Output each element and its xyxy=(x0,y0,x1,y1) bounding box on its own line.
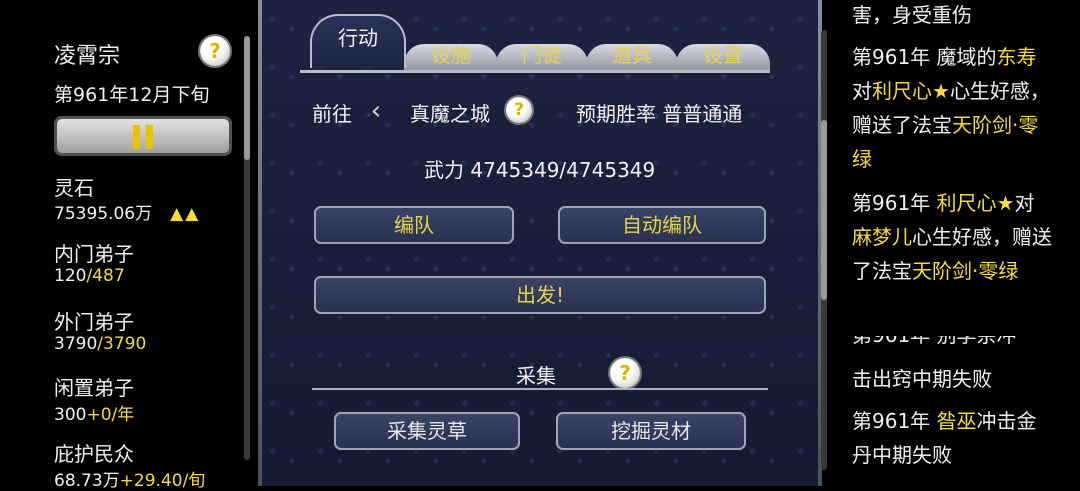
gather-title: 采集 xyxy=(516,364,556,388)
sect-name: 凌霄宗 xyxy=(54,44,121,69)
right-scrollbar-thumb[interactable] xyxy=(821,120,827,300)
win-rate: 预期胜率 普普通通 xyxy=(576,102,743,126)
log-entry: 第961年 利尺心★对麻梦儿心生好感，赠送了法宝天阶剑·零绿 xyxy=(852,191,1052,283)
pause-icon-bar xyxy=(146,125,153,149)
destination-name[interactable]: 真魔之城 xyxy=(410,98,490,127)
trend-up-icon: ▲▲ xyxy=(170,204,201,224)
chevron-left-icon[interactable]: ‹ xyxy=(362,94,390,128)
destination-help-icon[interactable]: ? xyxy=(506,97,532,123)
outer-disciples-value: 3790/3790 xyxy=(54,334,147,354)
auto-formation-button[interactable]: 自动编队 xyxy=(558,206,766,244)
pause-button[interactable] xyxy=(54,116,232,156)
sheltered-people-value: 68.73万+29.40/旬 xyxy=(54,471,206,491)
frame-left xyxy=(258,0,262,486)
idle-disciples-label: 闲置弟子 xyxy=(54,376,134,400)
log-entry-tail: 击出窍中期失败 xyxy=(852,367,992,391)
log-entry: 第961年 魔域的东寿对利尺心★心生好感，赠送了法宝天阶剑·零绿 xyxy=(852,45,1050,171)
inner-disciples-value: 120/487 xyxy=(54,266,125,286)
help-icon[interactable]: ? xyxy=(200,36,230,66)
left-scrollbar-thumb[interactable] xyxy=(244,36,250,160)
sect-status-panel: 凌霄宗 ? 第961年12月下旬 灵石 75395.06万 ▲▲ 内门弟子 120… xyxy=(0,0,258,491)
depart-button[interactable]: 出发! xyxy=(314,276,766,314)
log-entry-clipped: 第961年 别李余冲 xyxy=(852,336,1057,350)
tab-actions[interactable]: 行动 xyxy=(310,14,406,68)
inner-disciples-label: 内门弟子 xyxy=(54,242,134,266)
idle-disciples-value: 300+0/年 xyxy=(54,405,135,425)
formation-button[interactable]: 编队 xyxy=(314,206,514,244)
game-date: 第961年12月下旬 xyxy=(54,84,210,106)
sheltered-people-label: 庇护民众 xyxy=(54,442,134,466)
log-entry: 第961年 昝巫冲击金丹中期失败 xyxy=(852,409,1037,467)
goto-label: 前往 xyxy=(312,102,352,126)
tab-settings[interactable]: 设置 xyxy=(676,38,770,72)
gather-help-icon[interactable]: ? xyxy=(610,358,640,388)
spirit-stone-label: 灵石 xyxy=(54,176,94,200)
gather-divider xyxy=(312,388,768,390)
outer-disciples-label: 外门弟子 xyxy=(54,310,134,334)
tab-facilities[interactable]: 设施 xyxy=(404,38,498,72)
power-stat: 武力 4745349/4745349 xyxy=(424,158,656,182)
log-fragment: 害，身受重伤 xyxy=(852,3,972,27)
tab-disciples[interactable]: 门徒 xyxy=(496,38,588,72)
gather-herb-button[interactable]: 采集灵草 xyxy=(334,412,520,450)
tab-items[interactable]: 道具 xyxy=(586,38,678,72)
mine-material-button[interactable]: 挖掘灵材 xyxy=(556,412,746,450)
pause-icon xyxy=(133,125,140,149)
spirit-stone-value: 75395.06万 ▲▲ xyxy=(54,204,201,224)
